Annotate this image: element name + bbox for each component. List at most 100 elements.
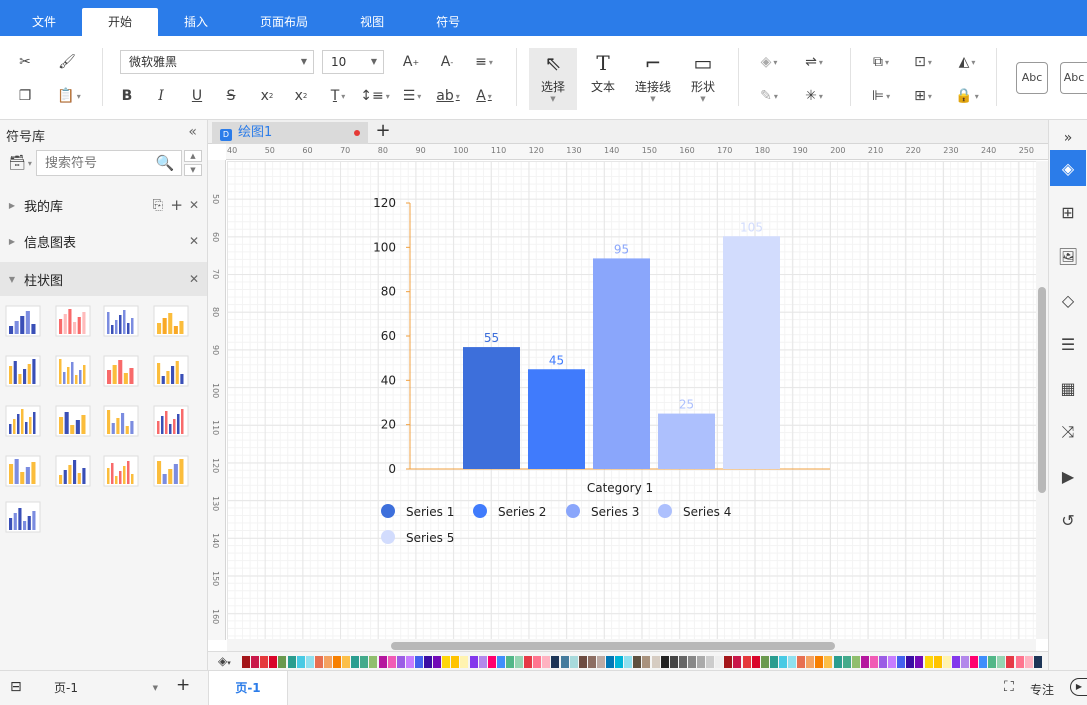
font-color-icon[interactable]: A ▾ — [468, 84, 500, 108]
color-swatch[interactable] — [405, 656, 414, 668]
layers-icon[interactable]: ◇ — [1050, 282, 1086, 318]
color-swatch[interactable] — [897, 656, 906, 668]
grid-panel-icon[interactable]: ⊞ — [1050, 194, 1086, 230]
color-swatch[interactable] — [824, 656, 833, 668]
group-icon[interactable]: ⊡ ▾ — [906, 50, 940, 74]
menu-tab-view[interactable]: 视图 — [334, 8, 410, 36]
search-icon[interactable]: 🔍 — [152, 151, 178, 175]
close-icon[interactable]: ✕ — [189, 272, 199, 286]
copy-icon[interactable]: ❐ — [12, 84, 38, 108]
superscript-icon[interactable]: x2 — [254, 84, 280, 108]
bar-chart-template-thumbnail[interactable] — [54, 404, 92, 440]
bar-chart-template-thumbnail[interactable] — [102, 354, 140, 390]
color-swatch[interactable] — [323, 656, 332, 668]
page-properties-icon[interactable]: ☰ — [1050, 326, 1086, 362]
shuffle-icon[interactable]: ⤨ — [1050, 414, 1086, 450]
align-icon[interactable]: ≡ ▾ — [468, 50, 500, 74]
color-swatch[interactable] — [988, 656, 997, 668]
color-swatch[interactable] — [751, 656, 760, 668]
scroll-up-icon[interactable]: ▲ — [184, 150, 202, 162]
bar-chart-template-thumbnail[interactable] — [4, 404, 42, 440]
select-tool-button[interactable]: ⇖ 选择 ▼ — [529, 48, 577, 110]
cut-icon[interactable]: ✂ — [12, 50, 38, 74]
color-swatch[interactable] — [496, 656, 505, 668]
bar-chart-template-thumbnail[interactable] — [152, 454, 190, 490]
effects-icon[interactable]: ✳ ▾ — [796, 84, 832, 108]
color-swatch[interactable] — [560, 656, 569, 668]
bar-chart-template-thumbnail[interactable] — [102, 404, 140, 440]
color-swatch[interactable] — [697, 656, 705, 668]
italic-icon[interactable]: I — [148, 84, 174, 108]
color-swatch[interactable] — [251, 656, 260, 668]
bar-chart[interactable]: 0 20 40 60 80 100 120 55 45 95 25 105 Category 1 Seri… — [227, 161, 1036, 639]
color-swatch[interactable] — [960, 656, 969, 668]
bar-chart-template-thumbnail[interactable] — [152, 304, 190, 340]
color-swatch[interactable] — [305, 656, 314, 668]
color-swatch[interactable] — [1033, 656, 1042, 668]
vertical-scrollbar[interactable] — [1036, 161, 1048, 639]
flip-icon[interactable]: ◭ ▾ — [950, 50, 984, 74]
line-spacing-icon[interactable]: ↕≡ ▾ — [358, 84, 392, 108]
color-swatch[interactable] — [606, 656, 614, 668]
bold-icon[interactable]: B — [114, 84, 140, 108]
color-swatch[interactable] — [951, 656, 960, 668]
color-swatch[interactable] — [678, 656, 687, 668]
color-swatch[interactable] — [242, 656, 250, 668]
bar-chart-template-thumbnail[interactable] — [152, 354, 190, 390]
horizontal-scrollbar[interactable] — [227, 639, 1036, 651]
color-swatch[interactable] — [788, 656, 796, 668]
color-swatch[interactable] — [778, 656, 787, 668]
color-swatch[interactable] — [797, 656, 806, 668]
color-swatch[interactable] — [624, 656, 633, 668]
collapse-left-icon[interactable]: « — [188, 124, 197, 140]
drawing-canvas[interactable]: 0 20 40 60 80 100 120 55 45 95 25 105 Category 1 Seri… — [227, 161, 1036, 639]
color-swatch[interactable] — [1024, 656, 1033, 668]
subscript-icon[interactable]: x2 — [288, 84, 314, 108]
highlight-icon[interactable]: ab ▾ — [432, 84, 464, 108]
color-swatch[interactable] — [442, 656, 451, 668]
document-tab[interactable]: D 绘图1 — [212, 122, 368, 144]
color-swatch[interactable] — [469, 656, 478, 668]
style-preset-2[interactable]: Abc — [1060, 62, 1087, 94]
color-swatch[interactable] — [724, 656, 733, 668]
close-icon[interactable]: ✕ — [189, 234, 199, 248]
list-icon[interactable]: ☰ ▾ — [396, 84, 428, 108]
color-swatch[interactable] — [460, 656, 469, 668]
shape-tool-button[interactable]: ▭ 形状 ▼ — [679, 48, 727, 110]
color-swatch[interactable] — [533, 656, 542, 668]
color-swatch[interactable] — [524, 656, 533, 668]
color-swatch[interactable] — [396, 656, 405, 668]
close-icon[interactable]: ✕ — [189, 198, 199, 212]
font-size-select[interactable]: 10 ▼ — [322, 50, 384, 74]
color-swatch[interactable] — [542, 656, 551, 668]
color-swatch[interactable] — [351, 656, 360, 668]
menu-tab-symbol[interactable]: 符号 — [410, 8, 486, 36]
line-style-icon[interactable]: ⇌ ▾ — [796, 50, 832, 74]
presentation-icon[interactable]: ▶ — [1050, 458, 1086, 494]
color-swatch[interactable] — [587, 656, 596, 668]
bar-chart-template-thumbnail[interactable] — [152, 404, 190, 440]
color-swatch[interactable] — [424, 656, 432, 668]
align-objects-icon[interactable]: ⊫ ▾ — [864, 84, 898, 108]
bar-chart-template-thumbnail[interactable] — [4, 500, 42, 536]
text-style-icon[interactable]: Ṯ ▾ — [322, 84, 354, 108]
color-swatch[interactable] — [505, 656, 514, 668]
font-grow-icon[interactable]: A + — [398, 50, 424, 74]
color-swatch[interactable] — [360, 656, 369, 668]
format-painter-icon[interactable]: 🖌 — [54, 50, 80, 74]
color-swatch[interactable] — [615, 656, 624, 668]
color-swatch[interactable] — [733, 656, 742, 668]
bar-chart-template-thumbnail[interactable] — [54, 454, 92, 490]
scrollbar-thumb[interactable] — [391, 642, 835, 650]
color-swatch[interactable] — [860, 656, 869, 668]
color-swatch[interactable] — [979, 656, 988, 668]
color-swatch[interactable] — [296, 656, 305, 668]
image-panel-icon[interactable]: 🖼 — [1050, 238, 1086, 274]
font-family-select[interactable]: 微软雅黑 ▼ — [120, 50, 314, 74]
underline-icon[interactable]: U — [184, 84, 210, 108]
history-icon[interactable]: ↺ — [1050, 502, 1086, 538]
color-swatch[interactable] — [433, 656, 442, 668]
connector-tool-button[interactable]: ⌐ 连接线 ▼ — [629, 48, 677, 110]
color-swatch[interactable] — [314, 656, 323, 668]
add-document-icon[interactable]: + — [372, 120, 394, 144]
